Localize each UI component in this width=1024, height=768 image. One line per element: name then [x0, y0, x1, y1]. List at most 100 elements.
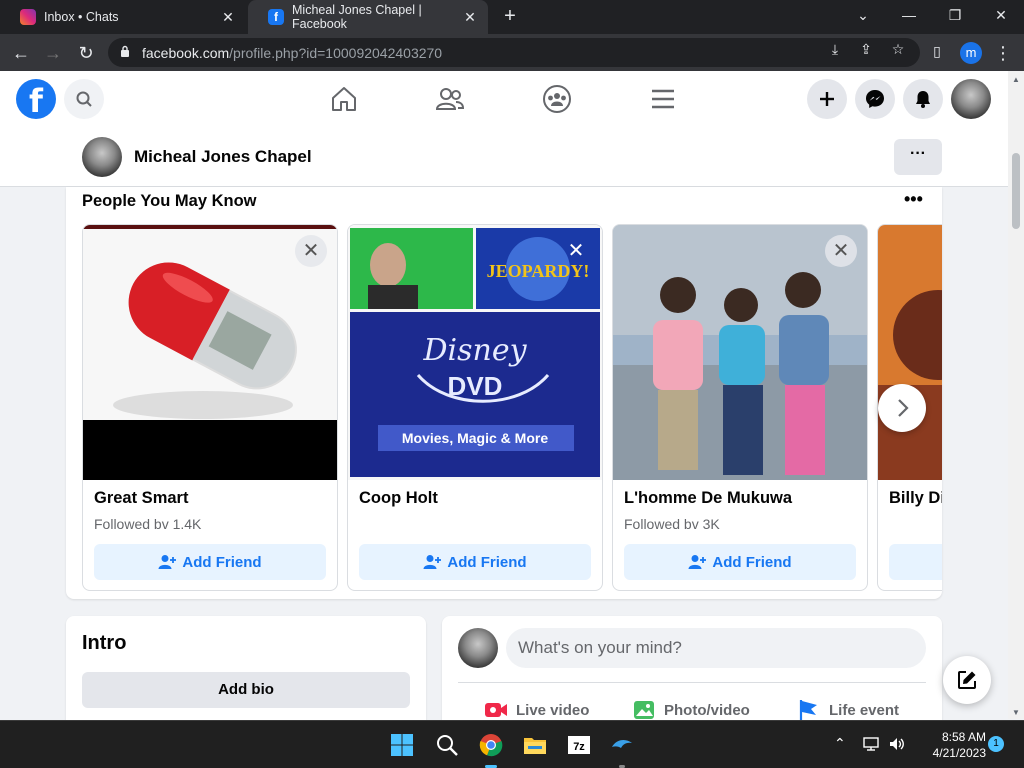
- scroll-down-icon[interactable]: ▼: [1012, 708, 1020, 717]
- intro-title: Intro: [82, 632, 127, 654]
- browser-menu-icon[interactable]: ⋮: [994, 42, 1012, 64]
- account-avatar[interactable]: [951, 79, 991, 119]
- notifications-button[interactable]: [903, 79, 943, 119]
- share-icon[interactable]: ⇪: [857, 40, 875, 58]
- groups-icon[interactable]: [541, 83, 573, 115]
- suggestion-card[interactable]: JEOPARDY! Disney DVD Movies, Magic & Mor…: [347, 224, 603, 591]
- tab-instagram-inbox[interactable]: Inbox • Chats ✕: [0, 0, 246, 34]
- suggestion-card[interactable]: ✕ Great Smart Followed bv 1.4K Add Frien…: [82, 224, 338, 591]
- tray-overflow-icon[interactable]: ⌃: [834, 735, 846, 752]
- new-tab-button[interactable]: +: [500, 6, 520, 26]
- add-friend-label: Add Friend: [182, 553, 262, 571]
- live-video-icon: [485, 703, 507, 717]
- add-friend-button[interactable]: Add Friend: [624, 544, 856, 580]
- add-friend-icon: [158, 555, 177, 569]
- close-tab-icon[interactable]: ✕: [220, 9, 236, 25]
- suggestion-name[interactable]: L'homme De Mukuwa: [624, 489, 792, 508]
- instagram-icon: [20, 9, 36, 25]
- close-tab-icon[interactable]: ✕: [462, 9, 478, 25]
- pymk-more-icon[interactable]: •••: [904, 189, 923, 210]
- side-panel-icon[interactable]: ▯: [928, 42, 946, 60]
- profile-avatar[interactable]: [82, 137, 122, 177]
- tab-title: Inbox • Chats: [44, 10, 119, 24]
- add-friend-button[interactable]: Add Friend: [94, 544, 326, 580]
- tab-facebook-profile[interactable]: f Micheal Jones Chapel | Facebook ✕: [248, 0, 488, 34]
- life-event-button[interactable]: Life event: [797, 698, 899, 722]
- back-button[interactable]: ←: [10, 42, 32, 64]
- suggestion-photo[interactable]: [878, 225, 942, 480]
- add-friend-button[interactable]: [889, 544, 942, 580]
- bell-icon: [916, 91, 930, 108]
- composer-avatar[interactable]: [458, 628, 498, 668]
- browser-profile-avatar[interactable]: m: [960, 42, 982, 64]
- portrait-photo: [878, 225, 942, 480]
- divider: [458, 682, 926, 683]
- minimize-button[interactable]: —: [886, 0, 932, 34]
- add-friend-button[interactable]: Add Friend: [359, 544, 591, 580]
- messenger-button[interactable]: [855, 79, 895, 119]
- suggestion-name[interactable]: Billy Di: [889, 489, 942, 508]
- facebook-header: f: [0, 71, 1008, 127]
- dismiss-suggestion-icon[interactable]: ✕: [825, 235, 857, 267]
- home-icon[interactable]: [328, 83, 360, 115]
- scroll-up-icon[interactable]: ▲: [1012, 75, 1020, 84]
- restore-button[interactable]: ❐: [932, 0, 978, 34]
- live-video-button[interactable]: Live video: [484, 698, 589, 722]
- suggestion-followers: Followed bv 1.4K: [94, 516, 202, 532]
- suggestion-photo[interactable]: JEOPARDY! Disney DVD Movies, Magic & Mor…: [348, 225, 602, 480]
- life-event-label: Life event: [829, 701, 900, 719]
- compose-icon: [958, 671, 976, 689]
- new-message-button[interactable]: [943, 656, 991, 704]
- volume-icon[interactable]: [888, 735, 906, 753]
- add-friend-label: Add Friend: [712, 553, 792, 571]
- browser-tab-strip: Inbox • Chats ✕ f Micheal Jones Chapel |…: [0, 0, 1024, 34]
- taskbar-search-icon[interactable]: [435, 733, 459, 757]
- windows-start-icon[interactable]: [390, 733, 414, 757]
- facebook-icon: f: [268, 9, 284, 25]
- page-scrollbar[interactable]: ▲ ▼: [1008, 71, 1024, 719]
- photo-video-label: Photo/video: [664, 701, 750, 719]
- taskbar-clock[interactable]: 8:58 AM 4/21/2023: [912, 729, 986, 761]
- address-bar[interactable]: facebook.com/profile.php?id=100092042403…: [108, 38, 920, 67]
- scrollbar-thumb[interactable]: [1012, 153, 1020, 229]
- disney-tagline: Movies, Magic & More: [402, 430, 548, 446]
- bookmark-star-icon[interactable]: ☆: [889, 40, 907, 58]
- create-button[interactable]: [807, 79, 847, 119]
- reload-button[interactable]: ↻: [75, 42, 97, 64]
- live-video-label: Live video: [516, 701, 590, 719]
- dismiss-suggestion-icon[interactable]: ✕: [295, 235, 327, 267]
- 7zip-icon[interactable]: 7z: [567, 733, 591, 757]
- menu-icon[interactable]: [647, 83, 679, 115]
- suggestion-name[interactable]: Coop Holt: [359, 489, 438, 508]
- messenger-icon: [866, 90, 884, 108]
- add-bio-button[interactable]: Add bio: [82, 672, 410, 708]
- facebook-logo[interactable]: f: [16, 79, 56, 120]
- add-friend-icon: [688, 555, 707, 569]
- whats-on-your-mind-input[interactable]: What's on your mind?: [506, 628, 926, 668]
- next-suggestions-button[interactable]: [878, 384, 926, 432]
- suggestion-photo[interactable]: ✕: [613, 225, 867, 480]
- friends-icon[interactable]: [434, 83, 466, 115]
- photo-video-button[interactable]: Photo/video: [632, 698, 750, 722]
- forward-button[interactable]: →: [42, 42, 64, 64]
- profile-more-button[interactable]: ···: [894, 139, 942, 175]
- notification-badge[interactable]: 1: [988, 736, 1004, 752]
- close-window-button[interactable]: ✕: [978, 0, 1024, 34]
- dismiss-suggestion-icon[interactable]: ✕: [560, 235, 592, 267]
- chevron-right-icon: [898, 399, 909, 417]
- network-icon[interactable]: [862, 735, 880, 753]
- windows-taskbar: 7z ⌃ 8:58 AM 4/21/2023: [0, 720, 1024, 768]
- suggestion-card[interactable]: ✕ L'homme De Mukuwa Followed bv 3K Add F…: [612, 224, 868, 591]
- search-icon: [76, 91, 92, 107]
- search-button[interactable]: [64, 79, 104, 119]
- chrome-icon[interactable]: [479, 733, 503, 757]
- add-friend-icon: [423, 555, 442, 569]
- file-explorer-icon[interactable]: [523, 733, 547, 757]
- tab-search-icon[interactable]: ⌄: [840, 0, 886, 34]
- suggestion-photo[interactable]: ✕: [83, 225, 337, 480]
- install-icon[interactable]: ⤓: [826, 40, 844, 58]
- dolphin-app-icon[interactable]: [610, 733, 634, 757]
- profile-name[interactable]: Micheal Jones Chapel: [134, 147, 312, 167]
- suggestion-name[interactable]: Great Smart: [94, 489, 188, 508]
- svg-text:7z: 7z: [573, 741, 585, 753]
